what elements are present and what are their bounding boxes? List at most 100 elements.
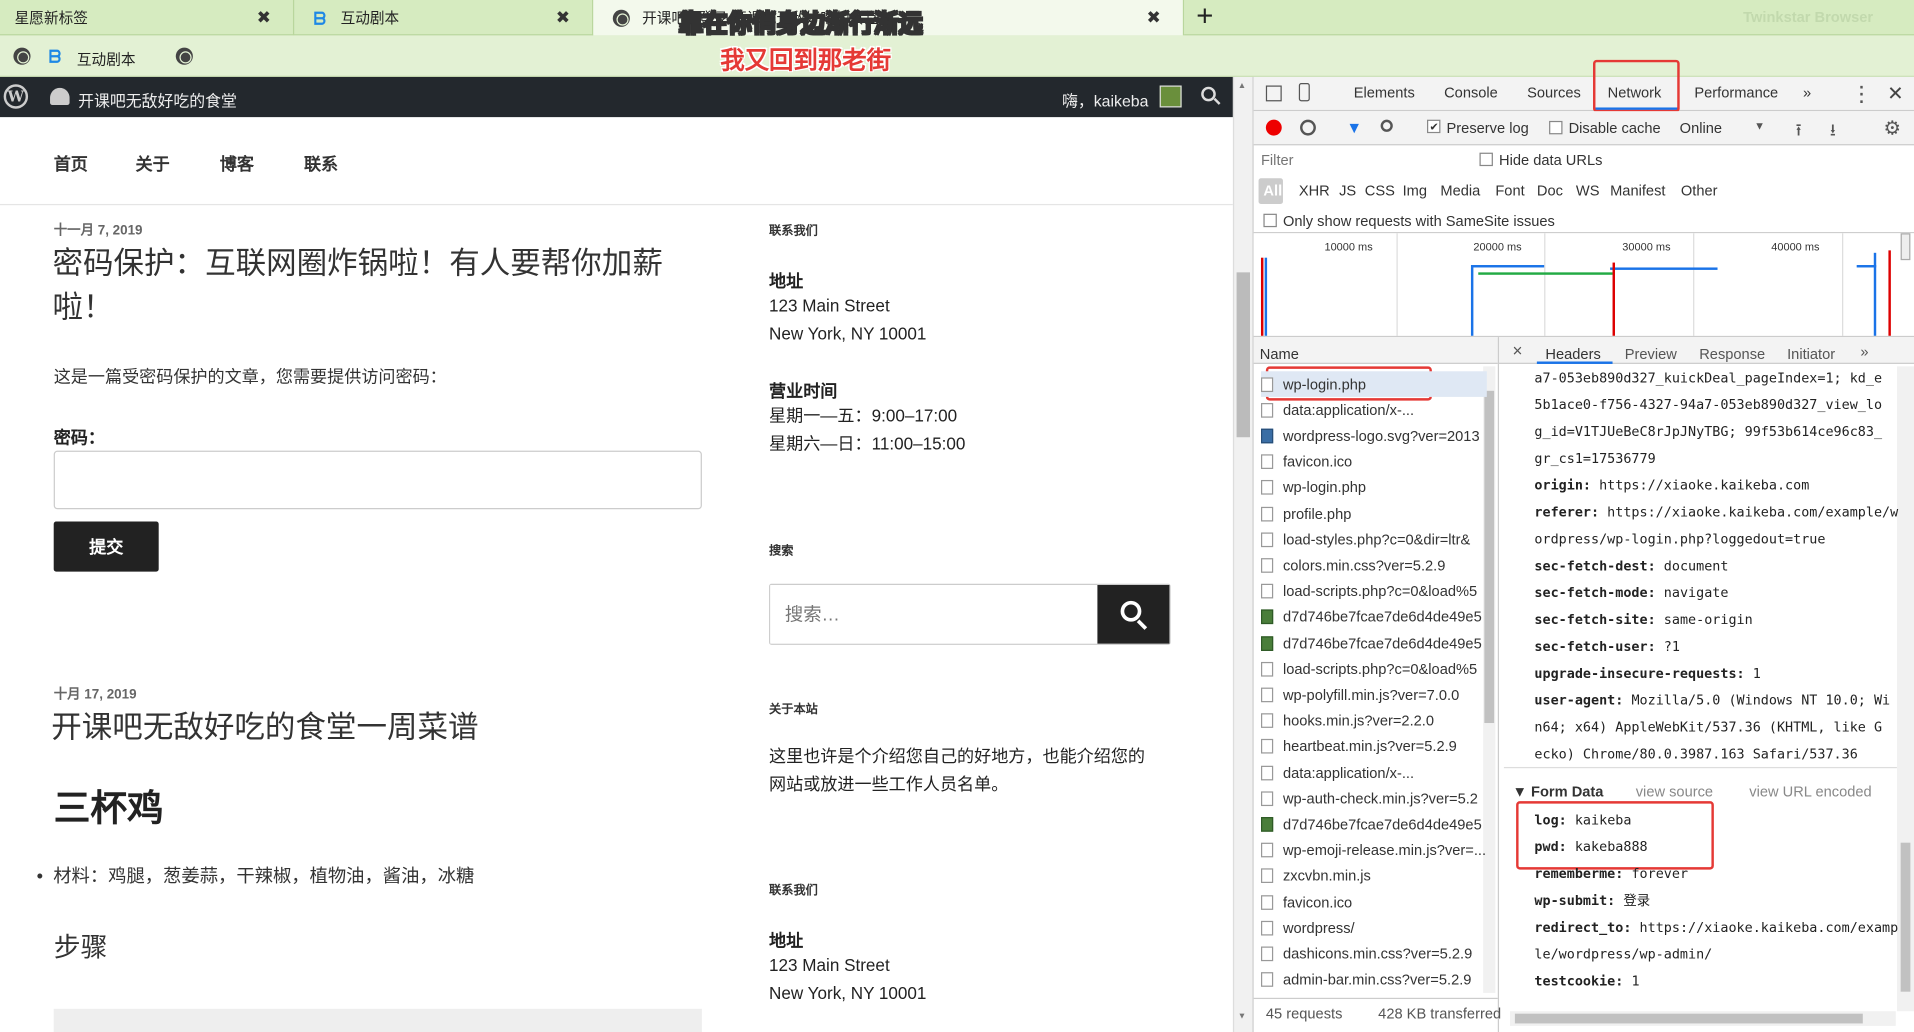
request-row[interactable]: wp-emoji-release.min.js?ver=... (1260, 837, 1487, 863)
post-title-cont[interactable]: 啦！ (52, 286, 113, 330)
tab-more[interactable]: » (1803, 84, 1811, 101)
request-row[interactable]: favicon.ico (1260, 449, 1487, 475)
form-data-section[interactable]: ▼ Form Data (1512, 783, 1603, 800)
device-toolbar-icon[interactable] (1298, 83, 1310, 102)
disable-cache-checkbox[interactable]: Disable cache (1549, 120, 1661, 137)
view-source-link[interactable]: view source (1636, 783, 1713, 800)
details-h-scrollbar[interactable] (1510, 1011, 1896, 1026)
globe-icon[interactable] (176, 47, 194, 65)
filter-other[interactable]: Other (1681, 182, 1718, 199)
nav-contact[interactable]: 联系 (304, 151, 338, 175)
request-row[interactable]: favicon.ico (1260, 889, 1487, 915)
tab-headers[interactable]: Headers (1545, 346, 1600, 363)
request-row[interactable]: admin-bar.min.css?ver=5.2.9 (1260, 967, 1487, 993)
tab-script[interactable]: ᗷ 互动剧本 ✖ (294, 0, 594, 36)
request-row[interactable]: d7d746be7fcae7de6d4de49e5 (1260, 604, 1487, 630)
close-icon[interactable]: ✖ (257, 7, 271, 28)
filter-img[interactable]: Img (1403, 182, 1427, 199)
tab-new-tab[interactable]: 星愿新标签 ✖ (0, 0, 295, 36)
request-row[interactable]: colors.min.css?ver=5.2.9 (1260, 553, 1487, 579)
tab-more[interactable]: » (1860, 343, 1868, 360)
tab-console[interactable]: Console (1444, 84, 1498, 101)
request-row[interactable]: hooks.min.js?ver=2.2.0 (1260, 708, 1487, 734)
request-row[interactable]: wordpress/ (1260, 915, 1487, 941)
avatar[interactable] (1159, 85, 1182, 108)
close-icon[interactable]: ✖ (1147, 7, 1161, 28)
scrollbar-thumb[interactable] (1236, 272, 1250, 438)
clear-icon[interactable] (1300, 119, 1316, 136)
import-icon[interactable]: ⭱ (1796, 117, 1802, 146)
request-row[interactable]: load-scripts.php?c=0&load%5 (1260, 578, 1487, 604)
wordpress-logo-icon[interactable]: W (3, 84, 29, 109)
post-title[interactable]: 密码保护：互联网圈炸锅啦！有人要帮你加薪 (52, 242, 662, 286)
new-tab-button[interactable]: + (1196, 0, 1213, 34)
request-row[interactable]: heartbeat.min.js?ver=5.2.9 (1260, 734, 1487, 760)
request-row[interactable]: load-scripts.php?c=0&load%5 (1260, 656, 1487, 682)
export-icon[interactable]: ⭳ (1830, 117, 1836, 146)
filter-all[interactable]: All (1263, 182, 1282, 199)
bookmark-item[interactable]: 互动剧本 (77, 49, 136, 70)
user-greeting[interactable]: 嗨，kaikeba (1062, 88, 1148, 111)
filter-js[interactable]: JS (1339, 182, 1356, 199)
search-icon[interactable] (1380, 119, 1393, 132)
kebab-menu-icon[interactable]: · · · (1859, 78, 1865, 110)
tab-initiator[interactable]: Initiator (1787, 346, 1835, 363)
filter-input[interactable] (1256, 147, 1464, 173)
tab-preview[interactable]: Preview (1625, 346, 1677, 363)
record-icon[interactable] (1265, 119, 1282, 136)
name-column-header[interactable]: Name (1260, 346, 1299, 363)
filter-manifest[interactable]: Manifest (1610, 182, 1665, 199)
request-row[interactable]: load-styles.php?c=0&dir=ltr& (1260, 527, 1487, 553)
gear-icon[interactable]: ⚙ (1884, 116, 1902, 140)
chevron-down-icon[interactable]: ▼ (1754, 120, 1765, 132)
request-row[interactable]: wordpress-logo.svg?ver=2013 (1260, 423, 1487, 449)
request-row[interactable]: data:application/x-... (1260, 397, 1487, 423)
filter-doc[interactable]: Doc (1537, 182, 1563, 199)
request-row[interactable]: dashicons.min.css?ver=5.2.9 (1260, 941, 1487, 967)
nav-home[interactable]: 首页 (54, 151, 88, 175)
preserve-log-checkbox[interactable]: Preserve log (1426, 119, 1529, 137)
submit-button[interactable]: 提交 (53, 521, 159, 572)
close-devtools-icon[interactable]: ✕ (1887, 82, 1903, 106)
password-input[interactable] (53, 450, 702, 510)
filter-css[interactable]: CSS (1365, 182, 1395, 199)
filter-ws[interactable]: WS (1576, 182, 1600, 199)
filter-font[interactable]: Font (1495, 182, 1524, 199)
request-row[interactable]: wp-login.php (1260, 371, 1487, 397)
hide-data-urls-checkbox[interactable]: Hide data URLs (1479, 151, 1602, 169)
close-icon[interactable]: ✖ (556, 7, 570, 28)
search-input[interactable] (770, 585, 1098, 644)
samesite-checkbox[interactable]: Only show requests with SameSite issues (1263, 213, 1555, 230)
request-row[interactable]: profile.php (1260, 501, 1487, 527)
tab-elements[interactable]: Elements (1354, 84, 1415, 101)
close-details-icon[interactable]: × (1512, 341, 1522, 361)
page-scrollbar[interactable]: ▲ ▼ (1232, 76, 1253, 1032)
post-date[interactable]: 十一月 7, 2019 (54, 220, 143, 240)
filter-icon[interactable]: ▼ (1346, 118, 1362, 136)
throttle-select[interactable]: Online (1680, 120, 1722, 137)
request-row[interactable]: zxcvbn.min.js (1260, 863, 1487, 889)
nav-about[interactable]: 关于 (135, 151, 169, 175)
filter-media[interactable]: Media (1440, 182, 1480, 199)
request-row[interactable]: wp-login.php (1260, 475, 1487, 501)
filter-xhr[interactable]: XHR (1299, 182, 1330, 199)
tab-performance[interactable]: Performance (1694, 84, 1778, 101)
request-row[interactable]: data:application/x-... (1260, 760, 1487, 786)
search-button[interactable] (1097, 585, 1170, 644)
request-row[interactable]: d7d746be7fcae7de6d4de49e5 (1260, 811, 1487, 837)
request-row[interactable]: wp-auth-check.min.js?ver=5.2 (1260, 786, 1487, 812)
site-name-link[interactable]: 开课吧无敌好吃的食堂 (78, 88, 237, 111)
post-title[interactable]: 开课吧无敌好吃的食堂一周菜谱 (51, 706, 478, 750)
request-row[interactable]: wp-polyfill.min.js?ver=7.0.0 (1260, 682, 1487, 708)
nav-blog[interactable]: 博客 (220, 151, 254, 175)
tab-response[interactable]: Response (1699, 346, 1765, 363)
details-scrollbar[interactable] (1896, 366, 1914, 1012)
request-row[interactable]: d7d746be7fcae7de6d4de49e5 (1260, 630, 1487, 656)
timeline-handle[interactable] (1900, 233, 1911, 261)
globe-icon[interactable] (13, 47, 31, 65)
inspect-icon[interactable] (1265, 85, 1282, 102)
tab-sources[interactable]: Sources (1527, 84, 1581, 101)
post-date[interactable]: 十月 17, 2019 (54, 684, 137, 704)
timeline-tick: 40000 ms (1771, 240, 1820, 253)
view-url-encoded-link[interactable]: view URL encoded (1749, 783, 1871, 800)
